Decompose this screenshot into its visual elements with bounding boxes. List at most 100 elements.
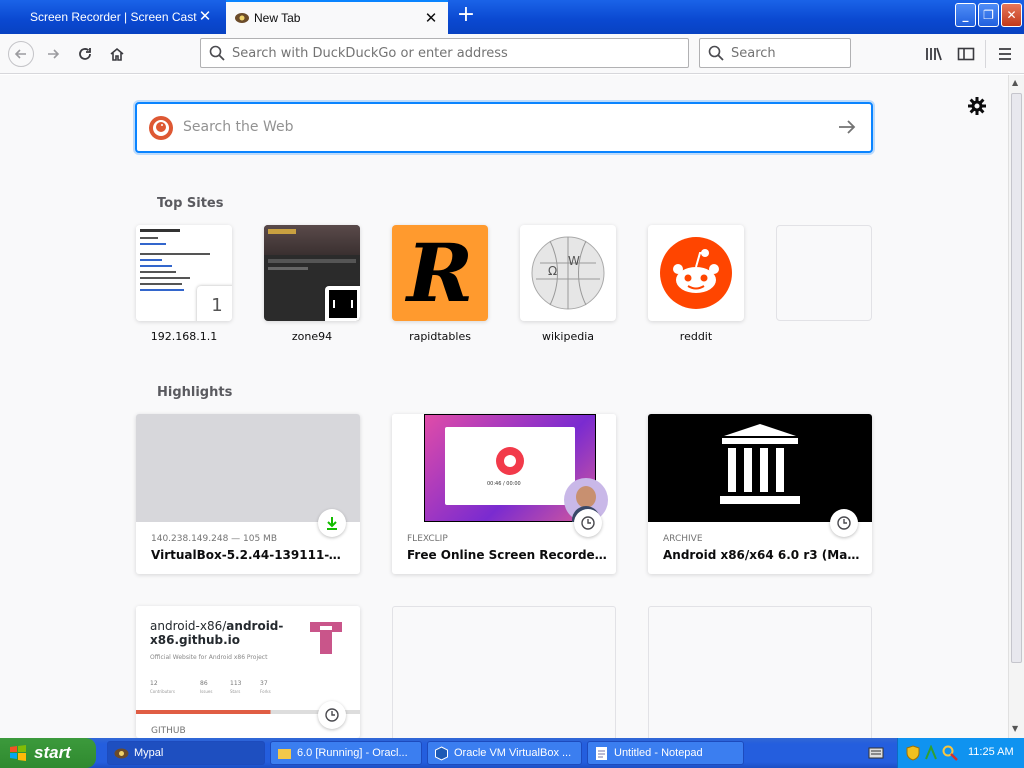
- video-time: 00:46 / 00:00: [487, 481, 521, 487]
- windows-logo-icon: [10, 745, 26, 761]
- start-label: start: [34, 743, 71, 762]
- highlight-card-flexclip[interactable]: 00:46 / 00:00 FLEXCLIP Free Online Scree…: [392, 414, 616, 574]
- wikipedia-globe-icon: ΩW: [531, 236, 605, 310]
- menu-button[interactable]: [992, 41, 1018, 67]
- tab-strip: Screen Recorder | Screen Cast O ✕ New Ta…: [0, 0, 1024, 34]
- taskbar-item-virtualbox[interactable]: Oracle VM VirtualBox ...: [427, 741, 582, 765]
- sidebar-icon: [957, 47, 975, 61]
- library-button[interactable]: [921, 41, 947, 67]
- back-button[interactable]: [8, 41, 34, 67]
- vertical-scrollbar[interactable]: ▲ ▼: [1008, 75, 1024, 738]
- scroll-down-icon[interactable]: ▼: [1012, 724, 1018, 733]
- site-label: reddit: [679, 330, 713, 343]
- stat-label-issues: Issues: [200, 689, 213, 694]
- top-site-rapidtables[interactable]: R rapidtables: [392, 225, 488, 343]
- card-thumbnail: [136, 414, 360, 522]
- card-source: FLEXCLIP: [407, 534, 448, 544]
- taskbar-item-label: Untitled - Notepad: [614, 747, 703, 759]
- card-thumbnail: 00:46 / 00:00: [392, 414, 616, 522]
- top-site-empty[interactable]: [776, 225, 872, 321]
- stat-contributors: 12: [150, 680, 158, 687]
- navigation-toolbar: Search with DuckDuckGo or enter address …: [0, 34, 1024, 74]
- gear-icon[interactable]: [966, 95, 988, 117]
- top-site-192-168-1-1[interactable]: 1 192.168.1.1: [136, 225, 232, 343]
- new-tab-page: Search the Web Top Sites 1 192.168.1.1 z…: [0, 75, 1008, 738]
- stat-forks: 37: [260, 680, 268, 687]
- address-bar[interactable]: Search with DuckDuckGo or enter address: [200, 38, 689, 68]
- close-icon[interactable]: ✕: [424, 11, 438, 26]
- start-button[interactable]: start: [0, 738, 96, 768]
- sidebar-button[interactable]: [953, 41, 979, 67]
- arrow-right-icon[interactable]: [837, 117, 857, 137]
- repo-title: android-x86/android-x86.github.io: [150, 619, 290, 647]
- reload-button[interactable]: [72, 41, 98, 67]
- web-search-box[interactable]: Search the Web: [135, 102, 873, 153]
- stat-label-forks: Forks: [260, 689, 271, 694]
- svg-text:Ω: Ω: [548, 264, 557, 278]
- card-source: 140.238.149.248 — 105 MB: [151, 534, 277, 544]
- taskbar: start Mypal 6.0 [Running] - Oracl... Ora…: [0, 738, 1024, 768]
- site-thumbnail: [264, 225, 360, 321]
- stat-label-contributors: Contributors: [150, 689, 175, 694]
- site-label: rapidtables: [409, 330, 471, 343]
- folder-icon: [278, 749, 291, 759]
- card-thumbnail: [648, 414, 872, 522]
- mypal-icon: [114, 748, 129, 759]
- taskbar-item-mypal[interactable]: Mypal: [107, 741, 265, 765]
- search-bar-placeholder: Search: [731, 45, 776, 61]
- taskbar-item-notepad[interactable]: Untitled - Notepad: [587, 741, 744, 765]
- site-thumbnail: [648, 225, 744, 321]
- new-tab-button[interactable]: +: [454, 4, 478, 28]
- keyboard-icon[interactable]: [868, 746, 884, 760]
- site-thumbnail: 1: [136, 225, 232, 321]
- maximize-button[interactable]: ❐: [978, 3, 999, 27]
- home-icon: [110, 47, 124, 61]
- highlight-card-archive[interactable]: ARCHIVE Android x86/x64 6.0 r3 (Marshm..…: [648, 414, 872, 574]
- magnifier-icon[interactable]: [942, 745, 958, 761]
- top-site-reddit[interactable]: reddit: [648, 225, 744, 343]
- address-bar-placeholder: Search with DuckDuckGo or enter address: [232, 45, 508, 61]
- search-bar[interactable]: Search: [699, 38, 851, 68]
- card-thumbnail: android-x86/android-x86.github.io Offici…: [136, 606, 360, 714]
- stat-issues: 86: [200, 680, 208, 687]
- system-tray: 11:25 AM: [897, 738, 1024, 768]
- notepad-icon: [596, 747, 607, 760]
- highlight-card-github[interactable]: android-x86/android-x86.github.io Offici…: [136, 606, 360, 738]
- tab-screen-recorder[interactable]: Screen Recorder | Screen Cast O ✕: [0, 0, 222, 34]
- clock-icon: [830, 509, 858, 537]
- site-label: 192.168.1.1: [150, 330, 218, 343]
- site-badge: 1: [197, 286, 232, 321]
- card-title: VirtualBox-5.2.44-139111-Win....: [151, 548, 351, 562]
- highlight-card-virtualbox[interactable]: 140.238.149.248 — 105 MB VirtualBox-5.2.…: [136, 414, 360, 574]
- site-label: wikipedia: [541, 330, 594, 343]
- tab-new-tab[interactable]: New Tab ✕: [226, 0, 448, 34]
- web-search-placeholder: Search the Web: [183, 119, 294, 135]
- stat-stars: 113: [230, 680, 242, 687]
- scroll-up-icon[interactable]: ▲: [1012, 78, 1018, 87]
- duckduckgo-icon: [149, 116, 173, 140]
- forward-button[interactable]: [40, 41, 66, 67]
- archive-logo-icon: [720, 424, 800, 504]
- browser-window: Screen Recorder | Screen Cast O ✕ New Ta…: [0, 0, 1024, 738]
- top-site-zone94[interactable]: zone94: [264, 225, 360, 343]
- network-icon[interactable]: [924, 745, 938, 761]
- taskbar-item-vm-running[interactable]: 6.0 [Running] - Oracl...: [270, 741, 422, 765]
- site-badge: [325, 286, 360, 321]
- top-site-wikipedia[interactable]: ΩW wikipedia: [520, 225, 616, 343]
- highlight-placeholder: [392, 606, 616, 738]
- shield-icon[interactable]: [906, 745, 920, 761]
- svg-text:W: W: [568, 254, 580, 268]
- site-thumbnail: R: [392, 225, 488, 321]
- hamburger-icon: [999, 48, 1011, 60]
- home-button[interactable]: [104, 41, 130, 67]
- minimize-button[interactable]: _: [955, 3, 976, 27]
- top-sites-heading: Top Sites: [157, 196, 224, 211]
- close-window-button[interactable]: ✕: [1001, 3, 1022, 27]
- reload-icon: [79, 48, 91, 60]
- stat-label-stars: Stars: [230, 689, 241, 694]
- scrollbar-thumb[interactable]: [1011, 93, 1022, 663]
- highlight-placeholder: [648, 606, 872, 738]
- card-source: ARCHIVE: [663, 534, 703, 544]
- card-source: GITHUB: [151, 726, 186, 736]
- close-icon[interactable]: ✕: [198, 9, 212, 24]
